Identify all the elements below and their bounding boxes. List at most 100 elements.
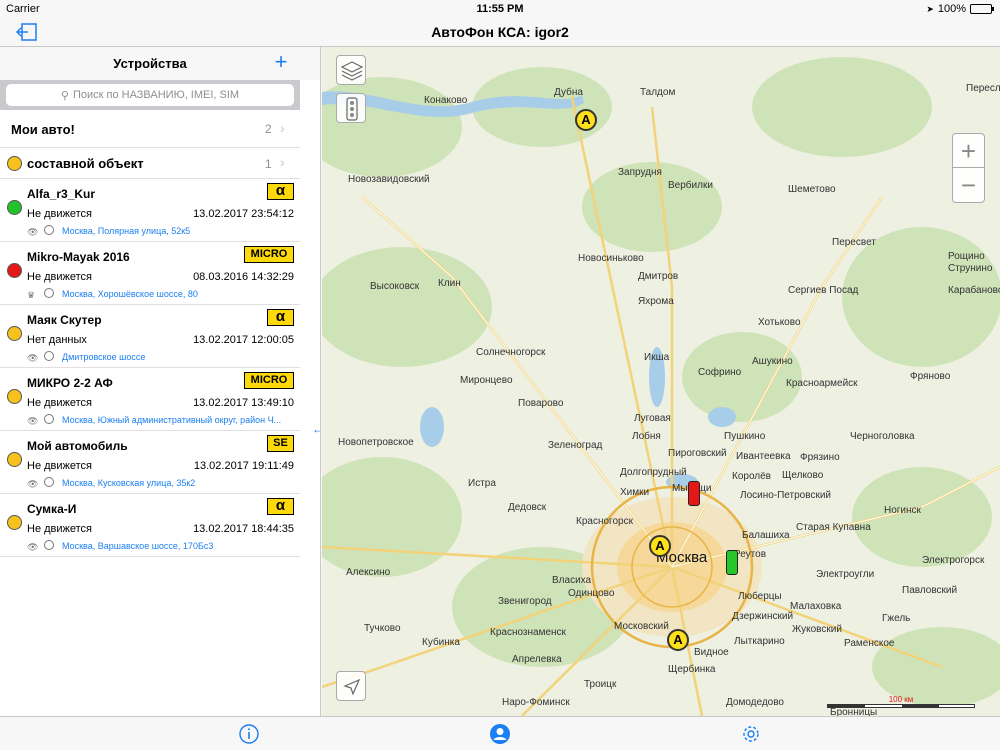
map-label: Лосино-Петровский: [740, 490, 831, 501]
device-address[interactable]: Москва, Южный административный округ, ра…: [62, 415, 294, 425]
subgroup-count: 1: [265, 157, 272, 171]
map-label: Троицк: [584, 679, 617, 690]
eye-icon[interactable]: 👁: [27, 479, 38, 490]
navigate-icon[interactable]: [44, 288, 54, 298]
map-label: Хотьково: [758, 317, 801, 328]
status-dot: [7, 452, 22, 467]
device-address[interactable]: Москва, Хорошёвское шоссе, 80: [62, 289, 294, 299]
eye-icon[interactable]: 👁: [27, 542, 38, 553]
device-status: Не движется: [27, 271, 93, 283]
device-status: Не движется: [27, 397, 93, 409]
device-address[interactable]: Дмитровское шоссе: [62, 352, 294, 362]
tab-bar: [0, 716, 1000, 750]
scale-label: 100 км: [888, 695, 914, 704]
map-label: Апрелевка: [512, 654, 562, 665]
crown-icon[interactable]: ♛: [27, 290, 35, 301]
device-row[interactable]: Mikro-Mayak 2016 MICRO Не движется 08.03…: [0, 242, 300, 305]
tab-settings[interactable]: [740, 723, 762, 745]
traffic-button[interactable]: [336, 93, 366, 123]
map-label: Лобня: [632, 431, 661, 442]
zoom-in-button[interactable]: +: [953, 134, 984, 168]
device-name: Маяк Скутер: [27, 313, 102, 327]
car-marker-red[interactable]: [688, 481, 700, 506]
navigate-icon[interactable]: [44, 477, 54, 487]
device-type-badge: MICRO: [244, 372, 294, 389]
device-name: Alfa_r3_Kur: [27, 187, 96, 201]
battery-percent: 100%: [937, 3, 966, 15]
car-marker-green[interactable]: [726, 550, 738, 575]
device-date: 13.02.2017 19:11:49: [193, 460, 294, 472]
cluster-marker[interactable]: A: [649, 535, 671, 557]
device-type-badge: MICRO: [244, 246, 294, 263]
device-address[interactable]: Москва, Полярная улица, 52к5: [62, 226, 294, 236]
map-label: Красногорск: [576, 516, 633, 527]
map-label: Черноголовка: [850, 431, 915, 442]
sidebar-header: Устройства +: [0, 47, 320, 80]
tab-account[interactable]: [489, 723, 511, 745]
device-date: 13.02.2017 12:00:05: [193, 334, 294, 346]
search-input[interactable]: ⚲ Поиск по НАЗВАНИЮ, IMEI, SIM: [6, 84, 294, 106]
subgroup-row[interactable]: составной объект 1 ›: [0, 148, 300, 179]
device-date: 13.02.2017 23:54:12: [193, 208, 294, 220]
status-dot: [7, 515, 22, 530]
map-label: Реутов: [734, 549, 767, 560]
device-status: Не движется: [27, 208, 93, 220]
map-label: Новосиньково: [578, 253, 644, 264]
map-label: Талдом: [640, 87, 676, 98]
map-label: Зеленоград: [548, 440, 603, 451]
map-label: Сергиев Посад: [788, 285, 859, 296]
group-row[interactable]: Мои авто! 2 ›: [0, 110, 300, 148]
device-address[interactable]: Москва, Кусковская улица, 35к2: [62, 478, 294, 488]
map-label: Фряново: [910, 371, 951, 382]
device-date: 08.03.2016 14:32:29: [193, 271, 294, 283]
navigate-icon[interactable]: [44, 351, 54, 361]
navigate-icon[interactable]: [44, 540, 54, 550]
map-view[interactable]: + − Дубна Талдом Конаково Запрудня Верби…: [322, 47, 1000, 716]
eye-icon[interactable]: 👁: [27, 353, 38, 364]
map-label: Химки: [620, 487, 650, 498]
eye-icon[interactable]: 👁: [27, 416, 38, 427]
map-label: Краснознаменск: [490, 627, 566, 638]
map-layers-button[interactable]: [336, 55, 366, 85]
collapse-sidebar-icon[interactable]: ←: [312, 422, 320, 436]
map-label: Дубна: [554, 87, 583, 98]
device-row[interactable]: МИКРО 2-2 АФ MICRO Не движется 13.02.201…: [0, 368, 300, 431]
eye-icon[interactable]: 👁: [27, 227, 38, 238]
map-label: Звенигород: [498, 596, 552, 607]
map-label: Щербинка: [668, 664, 716, 675]
cluster-marker[interactable]: A: [575, 109, 597, 131]
status-dot: [7, 156, 22, 171]
device-row[interactable]: Мой автомобиль SE Не движется 13.02.2017…: [0, 431, 300, 494]
device-name: МИКРО 2-2 АФ: [27, 376, 113, 390]
status-right: ➤ 100%: [926, 3, 994, 15]
zoom-out-button[interactable]: −: [953, 168, 984, 202]
map-label: Высоковск: [370, 281, 420, 292]
device-row[interactable]: Сумка-И α Не движется 13.02.2017 18:44:3…: [0, 494, 300, 557]
map-label: Алексино: [346, 567, 391, 578]
group-count: 2: [265, 122, 272, 136]
device-name: Мой автомобиль: [27, 439, 128, 453]
device-address[interactable]: Москва, Варшавское шоссе, 170Бс3: [62, 541, 294, 551]
device-row[interactable]: Маяк Скутер α Нет данных 13.02.2017 12:0…: [0, 305, 300, 368]
device-type-badge: α: [267, 309, 294, 326]
map-label: Долгопрудный: [620, 467, 687, 478]
location-icon: ➤: [926, 3, 934, 14]
map-label: Пушкино: [724, 431, 766, 442]
map-label: Луговая: [634, 413, 671, 424]
device-type-badge: SE: [267, 435, 294, 452]
navigate-icon[interactable]: [44, 225, 54, 235]
device-type-badge: α: [267, 498, 294, 515]
cluster-marker[interactable]: A: [667, 629, 689, 651]
add-device-button[interactable]: +: [270, 51, 292, 73]
compass-button[interactable]: [336, 671, 366, 701]
chevron-right-icon: ›: [280, 154, 285, 170]
map-label: Софрино: [698, 367, 742, 378]
device-row[interactable]: Alfa_r3_Kur α Не движется 13.02.2017 23:…: [0, 179, 300, 242]
status-dot: [7, 200, 22, 215]
map-label: Запрудня: [618, 167, 662, 178]
map-label: Балашиха: [742, 530, 790, 541]
navigate-icon[interactable]: [44, 414, 54, 424]
device-date: 13.02.2017 13:49:10: [193, 397, 294, 409]
tab-info[interactable]: [238, 723, 260, 745]
map-label: Раменское: [844, 638, 895, 649]
